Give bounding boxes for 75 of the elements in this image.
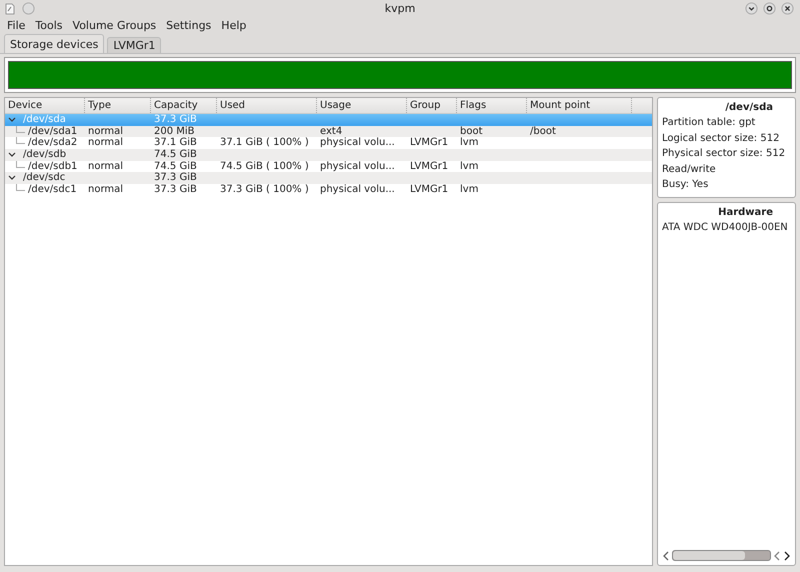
- tree-branch-icon: [16, 184, 25, 191]
- column-header[interactable]: Group: [407, 98, 457, 113]
- table-cell-text: physical volu...: [319, 184, 396, 196]
- table-cell-text: normal: [87, 184, 124, 196]
- tree-branch-icon: [16, 160, 25, 168]
- column-header[interactable]: Type: [85, 98, 151, 113]
- detail-line: Physical sector size: 512: [662, 147, 786, 161]
- column-header[interactable]: Mount point: [527, 98, 632, 113]
- device-name: /dev/sdc1: [28, 184, 77, 196]
- table-cell-text: normal: [87, 126, 124, 137]
- menu-item[interactable]: Volume Groups: [68, 18, 162, 32]
- table-cell-text: physical volu...: [319, 137, 396, 150]
- window-title: kvpm: [384, 2, 416, 15]
- menu-item[interactable]: Help: [216, 18, 252, 32]
- expand-icon[interactable]: [8, 116, 18, 123]
- expand-icon[interactable]: [8, 152, 18, 158]
- table-cell-text: lvm: [459, 160, 480, 172]
- column-header[interactable]: Used: [217, 98, 317, 113]
- tab[interactable]: LVMGr1: [107, 37, 162, 53]
- table-cell-text: ext4: [319, 126, 344, 137]
- detail-line: Logical sector size: 512: [662, 132, 780, 146]
- scroll-left-icon[interactable]: [662, 550, 670, 560]
- device-row[interactable]: /dev/sdc 37.3 GiB: [5, 172, 652, 184]
- close-icon[interactable]: [781, 2, 794, 15]
- table-cell-text: 74.5 GiB ( 100% ): [219, 160, 310, 172]
- device-row[interactable]: /dev/sdb1 normal 74.5 GiB 74.5 GiB ( 100% ) physical volu... LVMGr1 lvm: [5, 160, 652, 172]
- tab[interactable]: Storage devices: [4, 34, 104, 53]
- column-header[interactable]: Flags: [457, 98, 527, 113]
- table-cell-text: lvm: [459, 184, 480, 196]
- device-name: /dev/sda2: [28, 137, 78, 149]
- table-cell-text: 37.3 GiB: [153, 184, 198, 196]
- detail-line: Read/write: [662, 162, 717, 176]
- table-cell-text: normal: [87, 160, 124, 172]
- device-row[interactable]: /dev/sdc1 normal 37.3 GiB 37.3 GiB ( 100% ) physical volu... LVMGr1 lvm: [5, 184, 652, 196]
- table-cell-text: 37.1 GiB ( 100% ): [219, 137, 310, 150]
- device-name: /dev/sdb1: [28, 160, 78, 172]
- table-cell-text: 37.3 GiB: [153, 114, 198, 126]
- column-header[interactable]: Usage: [317, 98, 407, 113]
- table-cell-text: 200 MiB: [153, 126, 196, 137]
- column-header[interactable]: Capacity: [151, 98, 217, 113]
- minimize-icon[interactable]: [745, 2, 758, 15]
- scroll-right-icon[interactable]: [783, 550, 791, 560]
- table-cell-text: 37.1 GiB: [153, 137, 198, 149]
- details-title: /dev/sda: [724, 101, 774, 115]
- table-cell-text: 37.3 GiB ( 100% ): [219, 184, 310, 196]
- table-cell-text: 37.3 GiB: [153, 172, 198, 184]
- device-name: /dev/sdb: [23, 149, 66, 161]
- device-row[interactable]: /dev/sdb 74.5 GiB: [5, 149, 652, 161]
- table-cell-text: /boot: [529, 126, 557, 138]
- detail-line: Partition table: gpt: [662, 116, 756, 130]
- hardware-line: ATA WDC WD400JB-00EN: [662, 220, 789, 234]
- column-header[interactable]: Device: [5, 98, 85, 113]
- table-cell-text: normal: [87, 137, 124, 150]
- detail-line: Busy: Yes: [662, 178, 710, 192]
- app-icon: [4, 2, 16, 14]
- device-name: /dev/sda1: [28, 126, 78, 137]
- menu-item[interactable]: Tools: [30, 18, 68, 32]
- table-cell-text: lvm: [459, 137, 480, 150]
- table-cell-text: LVMGr1: [409, 160, 450, 172]
- maximize-icon[interactable]: [763, 2, 776, 15]
- table-cell-text: boot: [459, 126, 484, 137]
- scrollbar[interactable]: [672, 550, 771, 561]
- menu-item[interactable]: Settings: [161, 18, 216, 32]
- device-row[interactable]: /dev/sda2 normal 37.1 GiB 37.1 GiB ( 100% ) physical volu... LVMGr1 lvm: [5, 137, 652, 150]
- table-cell-text: LVMGr1: [409, 137, 450, 150]
- device-name: /dev/sdc: [23, 172, 66, 184]
- table-cell-text: physical volu...: [319, 160, 396, 172]
- device-row[interactable]: /dev/sda1 normal 200 MiB ext4 boot /boot: [5, 126, 652, 138]
- table-cell-text: 74.5 GiB: [153, 149, 198, 161]
- expand-icon[interactable]: [8, 175, 18, 182]
- table-cell-text: 74.5 GiB: [153, 160, 198, 172]
- menu-item[interactable]: File: [2, 18, 30, 32]
- table-cell-text: LVMGr1: [409, 184, 450, 196]
- hardware-title: Hardware: [717, 206, 774, 220]
- device-name: /dev/sda: [23, 114, 66, 126]
